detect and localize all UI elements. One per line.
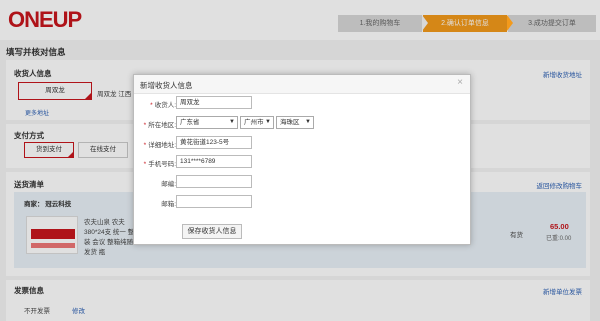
address-label: * 详细地址: [136, 139, 176, 149]
phone-label: * 手机号码: [136, 158, 176, 168]
address-input[interactable]: 黄花街道123-5号 [176, 136, 252, 149]
city-value: 广州市 [244, 119, 264, 126]
required-mark: * [143, 161, 147, 168]
phone-input[interactable]: 131****6789 [176, 155, 252, 168]
province-value: 广东省 [180, 119, 200, 126]
required-mark: * [143, 122, 147, 129]
address-label-text: 详细地址: [148, 142, 176, 149]
phone-label-text: 手机号码: [148, 161, 176, 168]
chevron-down-icon: ▼ [265, 119, 271, 125]
chevron-down-icon: ▼ [305, 119, 311, 125]
required-mark: * [150, 102, 153, 109]
district-select[interactable]: 海珠区 ▼ [276, 116, 314, 129]
receiver-label: * 收货人: [136, 99, 176, 109]
save-receiver-button[interactable]: 保存收货人信息 [182, 224, 242, 239]
region-label-text: 所在地区: [148, 122, 176, 129]
required-mark: * [143, 142, 147, 149]
chevron-down-icon: ▼ [229, 119, 235, 125]
postcode-input[interactable] [176, 175, 252, 188]
email-input[interactable] [176, 195, 252, 208]
new-receiver-dialog: 新增收货人信息 × * 收货人: 周双龙 * 所在地区: 广东省 ▼ 广州市 ▼ 海珠区… [133, 74, 471, 245]
province-select[interactable]: 广东省 ▼ [176, 116, 238, 129]
postcode-label: 邮编: [161, 181, 176, 188]
district-value: 海珠区 [280, 119, 300, 126]
region-label: * 所在地区: [136, 119, 176, 129]
city-select[interactable]: 广州市 ▼ [240, 116, 274, 129]
receiver-name-input[interactable]: 周双龙 [176, 96, 252, 109]
email-label: 邮箱: [161, 201, 176, 208]
dialog-header: 新增收货人信息 × [134, 75, 470, 94]
close-icon[interactable]: × [457, 78, 463, 88]
dialog-title: 新增收货人信息 [140, 81, 193, 90]
receiver-label-text: 收货人: [154, 102, 176, 109]
